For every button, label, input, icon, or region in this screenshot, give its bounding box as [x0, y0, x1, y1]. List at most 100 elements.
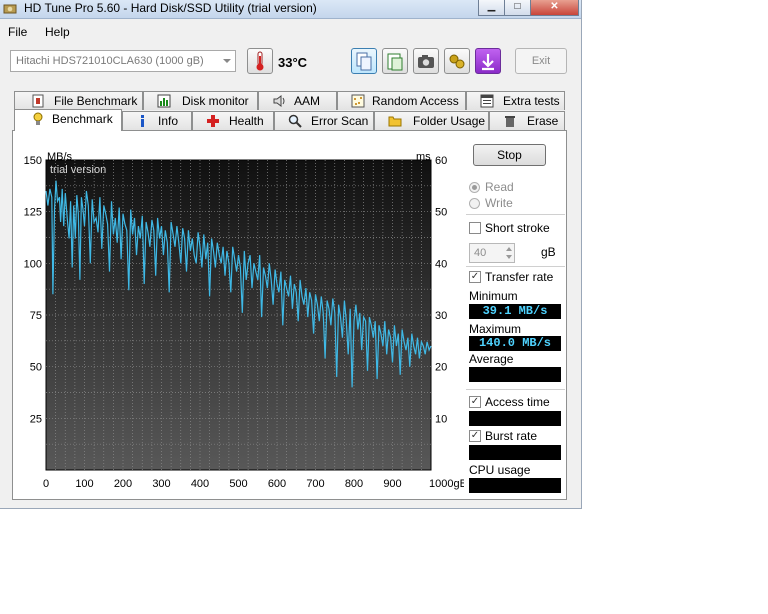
trial-watermark: trial version [50, 164, 106, 176]
y-right-tick-label: 10 [435, 413, 447, 425]
average-label: Average [469, 352, 514, 366]
tab-random-access-label: Random Access [372, 94, 459, 108]
burst-rate-checkbox[interactable]: ✓ [469, 430, 481, 442]
read-radio[interactable] [469, 182, 480, 193]
drive-select[interactable]: Hitachi HDS721010CLA630 (1000 gB) [10, 50, 236, 72]
close-button[interactable]: ✕ [530, 0, 579, 16]
folder-icon [388, 116, 402, 127]
y-left-tick-label: 75 [30, 310, 42, 322]
x-tick-label: 300 [152, 478, 170, 490]
extra-tests-icon [480, 94, 494, 108]
write-radio[interactable] [469, 198, 480, 209]
access-time-label: Access time [485, 395, 550, 409]
write-label: Write [485, 196, 513, 210]
options-button[interactable] [444, 48, 470, 74]
short-stroke-checkbox[interactable] [469, 222, 481, 234]
maximize-icon: □ [514, 1, 521, 12]
short-stroke-unit: gB [541, 245, 556, 259]
maximize-button[interactable]: □ [504, 0, 531, 16]
burst-rate-label: Burst rate [485, 429, 538, 443]
copy-text-button[interactable] [351, 48, 377, 74]
exit-button[interactable]: Exit [515, 48, 567, 74]
minimum-value: 39.1 MB/s [469, 304, 561, 319]
x-tick-label: 200 [114, 478, 132, 490]
clipboard-icon [387, 53, 403, 71]
read-label: Read [485, 180, 514, 194]
title-bar: HD Tune Pro 5.60 - Hard Disk/SSD Utility… [0, 0, 581, 19]
y-left-tick-label: 50 [30, 362, 42, 374]
short-stroke-value: 40 [474, 247, 487, 259]
y-left-tick-label: 125 [24, 207, 42, 219]
short-stroke-spinner[interactable]: 40 [469, 243, 515, 263]
x-tick-label: 500 [229, 478, 247, 490]
app-window: HD Tune Pro 5.60 - Hard Disk/SSD Utility… [0, 0, 582, 509]
separator [466, 389, 565, 390]
tab-benchmark[interactable]: Benchmark [14, 109, 122, 131]
tab-disk-monitor-label: Disk monitor [182, 94, 249, 108]
separator [466, 214, 565, 215]
burst-rate-value [469, 445, 561, 460]
spin-up-icon[interactable] [506, 247, 512, 251]
y-right-unit: ms [416, 151, 431, 163]
tab-error-scan[interactable]: Error Scan [274, 111, 374, 130]
minimize-icon: ▁ [487, 1, 496, 12]
x-tick-label: 700 [306, 478, 324, 490]
speaker-icon [273, 95, 285, 107]
copy-image-button[interactable] [382, 48, 408, 74]
stop-button[interactable]: Stop [473, 144, 546, 166]
y-right-tick-label: 40 [435, 258, 447, 270]
transfer-rate-chart: 1501251007550256050403020100 100 200 300 400… [24, 155, 464, 490]
temperature-readout: 33°C [278, 55, 308, 70]
x-tick-label: 900 [383, 478, 401, 490]
tab-health[interactable]: Health [192, 111, 274, 130]
tab-info-label: Info [158, 114, 179, 128]
separator [466, 266, 565, 267]
y-left-tick-label: 25 [30, 413, 42, 425]
tab-file-benchmark[interactable]: File Benchmark [14, 91, 143, 110]
minimum-label: Minimum [469, 289, 518, 303]
screenshot-button[interactable] [413, 48, 439, 74]
y-right-tick-label: 50 [435, 207, 447, 219]
y-right-tick-label: 60 [435, 155, 447, 167]
temperature-button[interactable] [247, 48, 273, 74]
drive-select-value: Hitachi HDS721010CLA630 (1000 gB) [16, 55, 204, 67]
access-time-checkbox[interactable]: ✓ [469, 396, 481, 408]
magnifier-icon [288, 114, 302, 128]
gears-icon [449, 54, 465, 69]
tab-extra-tests-label: Extra tests [503, 94, 560, 108]
tab-health-label: Health [229, 114, 264, 128]
tab-erase[interactable]: Erase [489, 111, 565, 130]
tab-aam[interactable]: AAM [258, 91, 337, 110]
menu-file[interactable]: File [8, 25, 27, 39]
x-tick-label: 800 [345, 478, 363, 490]
y-left-tick-label: 100 [24, 258, 42, 270]
menu-help[interactable]: Help [45, 25, 70, 39]
maximum-value: 140.0 MB/s [469, 336, 561, 351]
menu-bar: File Help [0, 22, 581, 42]
cpu-usage-value [469, 478, 561, 493]
info-icon [141, 115, 144, 127]
x-unit-label: 1000gB [429, 478, 464, 490]
spin-down-icon[interactable] [506, 255, 512, 259]
tab-error-scan-label: Error Scan [311, 114, 369, 128]
tab-info[interactable]: Info [122, 111, 192, 130]
tab-disk-monitor[interactable]: Disk monitor [143, 91, 258, 110]
minimize-button[interactable]: ▁ [478, 0, 505, 16]
y-left-unit: MB/s [47, 151, 73, 163]
short-stroke-label: Short stroke [485, 221, 550, 235]
access-time-value [469, 411, 561, 426]
transfer-rate-checkbox[interactable]: ✓ [469, 271, 481, 283]
tab-folder-usage[interactable]: Folder Usage [374, 111, 489, 130]
download-arrow-icon [482, 54, 494, 71]
maximum-label: Maximum [469, 322, 522, 336]
tab-random-access[interactable]: Random Access [337, 91, 466, 110]
y-left-tick-label: 150 [24, 155, 42, 167]
random-access-icon [351, 94, 365, 108]
thermometer-icon [256, 51, 264, 71]
cpu-usage-label: CPU usage [469, 463, 531, 477]
health-cross-icon [207, 115, 219, 127]
disk-monitor-icon [157, 94, 171, 108]
file-benchmark-icon [32, 94, 44, 108]
save-button[interactable] [475, 48, 501, 74]
tab-extra-tests[interactable]: Extra tests [466, 91, 565, 110]
